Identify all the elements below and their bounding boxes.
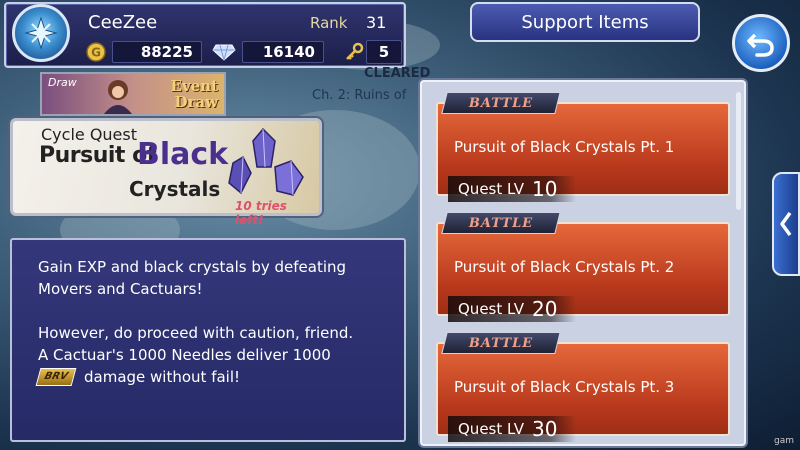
cycle-quest-title-part2: Crystals [129,177,221,201]
support-items-button[interactable]: Support Items [470,2,700,42]
description-line: Gain EXP and black crystals by defeating [38,258,347,276]
quest-title: Pursuit of Black Crystals Pt. 3 [454,378,675,396]
battle-tag: BATTLE [441,92,561,114]
quest-level: Quest LV 20 [448,296,576,322]
quest-card[interactable]: Pursuit of Black Crystals Pt. 1 Quest LV… [436,102,730,202]
gem-value: 16140 [262,43,315,61]
description-line: However, do proceed with caution, friend… [38,324,354,342]
quest-list-item[interactable]: BATTLE Pursuit of Black Crystals Pt. 2 Q… [436,212,730,322]
key-icon [346,42,364,60]
gil-value: 88225 [140,43,193,61]
tries-left-label: 10 tries left! [235,199,287,227]
gil-coin-icon: G [86,42,106,62]
player-emblem[interactable] [12,4,70,62]
battle-tag: BATTLE [441,332,561,354]
character-portrait-icon [104,80,132,114]
gem-icon [212,44,236,61]
quest-list-item[interactable]: BATTLE Pursuit of Black Crystals Pt. 1 Q… [436,92,730,202]
support-items-label: Support Items [521,11,649,33]
quest-level-value: 20 [531,297,558,321]
quest-level-label: Quest LV [458,300,524,318]
description-line: A Cactuar's 1000 Needles deliver 1000 [38,346,331,364]
svg-text:G: G [91,46,101,60]
chapter-label: Ch. 2: Ruins of [312,88,407,103]
event-draw-tag: Draw [48,76,77,89]
quest-level: Quest LV 30 [448,416,576,442]
black-crystal-icon [228,127,304,196]
back-arrow-icon [747,33,774,57]
rank-value: 31 [366,13,387,32]
key-value: 5 [378,43,390,61]
cycle-quest-banner[interactable]: Cycle Quest Pursuit of Black Crystals 10… [10,118,322,227]
quest-level: Quest LV 10 [448,176,576,202]
quest-list-scrollbar[interactable] [736,92,741,210]
crystal-emblem-icon [24,16,58,50]
rank-label: Rank [310,14,348,32]
chevron-left-icon [780,211,792,237]
cleared-label: CLEARED [364,66,431,81]
quest-level-label: Quest LV [458,180,524,198]
back-button[interactable] [732,14,790,72]
quest-title: Pursuit of Black Crystals Pt. 2 [454,258,675,276]
description-line: BRV damage without fail! [35,366,240,388]
quest-title: Pursuit of Black Crystals Pt. 1 [454,138,675,156]
quest-list-item[interactable]: BATTLE Pursuit of Black Crystals Pt. 3 Q… [436,332,730,442]
battle-tag: BATTLE [441,212,561,234]
player-name: CeeZee [88,12,158,33]
quest-card[interactable]: Pursuit of Black Crystals Pt. 2 Quest LV… [436,222,730,322]
event-draw-banner[interactable]: Draw Event Draw [40,72,226,116]
quest-card[interactable]: Pursuit of Black Crystals Pt. 3 Quest LV… [436,342,730,442]
watermark: gam [774,436,794,446]
cycle-quest-subtitle: Cycle Quest [41,125,137,144]
gem-counter: 16140 [212,41,324,63]
gil-counter: G 88225 [86,41,202,63]
quest-list[interactable]: BATTLE Pursuit of Black Crystals Pt. 1 Q… [420,80,746,446]
quest-level-value: 10 [531,177,558,201]
event-draw-title: Event Draw [170,77,218,111]
quest-description-panel: Gain EXP and black crystals by defeating… [10,238,406,442]
key-counter: 5 [344,40,402,64]
side-panel-tab[interactable] [772,172,800,276]
quest-level-label: Quest LV [458,420,524,438]
brv-badge: BRV [35,368,77,386]
quest-level-value: 30 [531,417,558,441]
description-line: Movers and Cactuars! [38,280,203,298]
